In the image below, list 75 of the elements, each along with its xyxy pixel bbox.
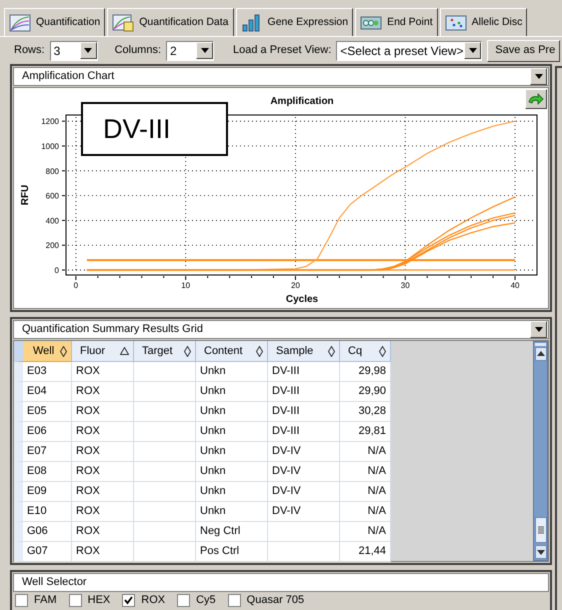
table-cell: ROX [72,442,134,462]
table-cell: ROX [72,542,134,562]
table-cell: 30,28 [340,402,391,422]
table-cell: N/A [340,462,391,482]
table-cell: E07 [14,442,72,462]
table-cell: Unkn [196,442,268,462]
table-cell: DV-III [268,382,340,402]
table-cell: Neg Ctrl [196,522,268,542]
table-cell: ROX [72,362,134,382]
table-cell: 29,90 [340,382,391,402]
columns-label: Columns: [114,43,162,58]
table-cell: Unkn [196,502,268,522]
y-tick-label: 1200 [41,117,59,126]
table-cell: Unkn [196,362,268,382]
x-tick-label: 40 [510,281,520,290]
table-cell: E03 [14,362,72,382]
rows-label: Rows: [14,43,45,58]
table-cell: Unkn [196,382,268,402]
checkbox-label: Cy5 [196,592,216,608]
table-cell: ROX [72,482,134,502]
table-cell: 29,81 [340,422,391,442]
y-tick-label: 1000 [41,142,59,151]
table-cell: DV-IV [268,462,340,482]
x-axis-title: Cycles [286,294,318,305]
checkbox-label: ROX [141,592,166,608]
table-cell: ROX [72,462,134,482]
table-cell: 29,98 [340,362,391,382]
table-cell: Unkn [196,482,268,502]
table-cell: N/A [340,502,391,522]
checkbox-label: Quasar 705 [246,592,304,608]
panel-title: Well Selector [22,575,88,590]
table-cell: 21,44 [340,542,391,562]
table-cell: ROX [72,522,134,542]
table-cell: DV-III [268,422,340,442]
y-tick-label: 800 [46,166,59,176]
chart-title: Amplification [270,96,334,107]
table-cell: Unkn [196,402,268,422]
table-cell: N/A [340,482,391,502]
table-cell: Pos Ctrl [196,542,268,562]
table-cell: ROX [72,502,134,522]
table-cell: Unkn [196,422,268,442]
table-cell: DV-IV [268,502,340,522]
table-cell: E10 [14,502,72,522]
table-cell: E08 [14,462,72,482]
table-cell: G07 [14,542,72,562]
panel-title: Quantification Summary Results Grid [22,322,204,338]
table-cell: DV-III [268,362,340,382]
annotation-label: DV-III [81,102,228,156]
table-cell: G06 [14,522,72,542]
x-tick-label: 30 [400,281,410,290]
x-tick-label: 0 [74,281,78,290]
table-cell: DV-III [268,402,340,422]
table-cell: E06 [14,422,72,442]
table-cell: DV-IV [268,442,340,462]
panel-title: Amplification Chart [22,69,116,84]
preset-label: Load a Preset View: [233,43,332,58]
y-tick-label: 200 [46,241,59,250]
table-cell: N/A [340,442,391,462]
table-cell: Unkn [196,462,268,482]
x-tick-label: 10 [181,281,190,290]
table-cell: N/A [340,522,391,542]
y-tick-label: 0 [54,266,59,276]
table-cell: E09 [14,482,72,502]
table-cell: DV-IV [268,482,340,502]
checkbox-label: FAM [34,592,57,608]
table-cell: ROX [72,402,134,422]
y-tick-label: 400 [46,216,59,226]
table-cell: ROX [72,382,134,402]
x-tick-label: 20 [291,281,300,290]
y-axis-title: RFU [20,184,31,206]
table-cell: ROX [72,422,134,442]
y-tick-label: 600 [46,192,59,201]
checkbox-label: HEX [88,592,110,608]
table-cell: E05 [14,402,72,422]
table-cell: E04 [14,382,72,402]
